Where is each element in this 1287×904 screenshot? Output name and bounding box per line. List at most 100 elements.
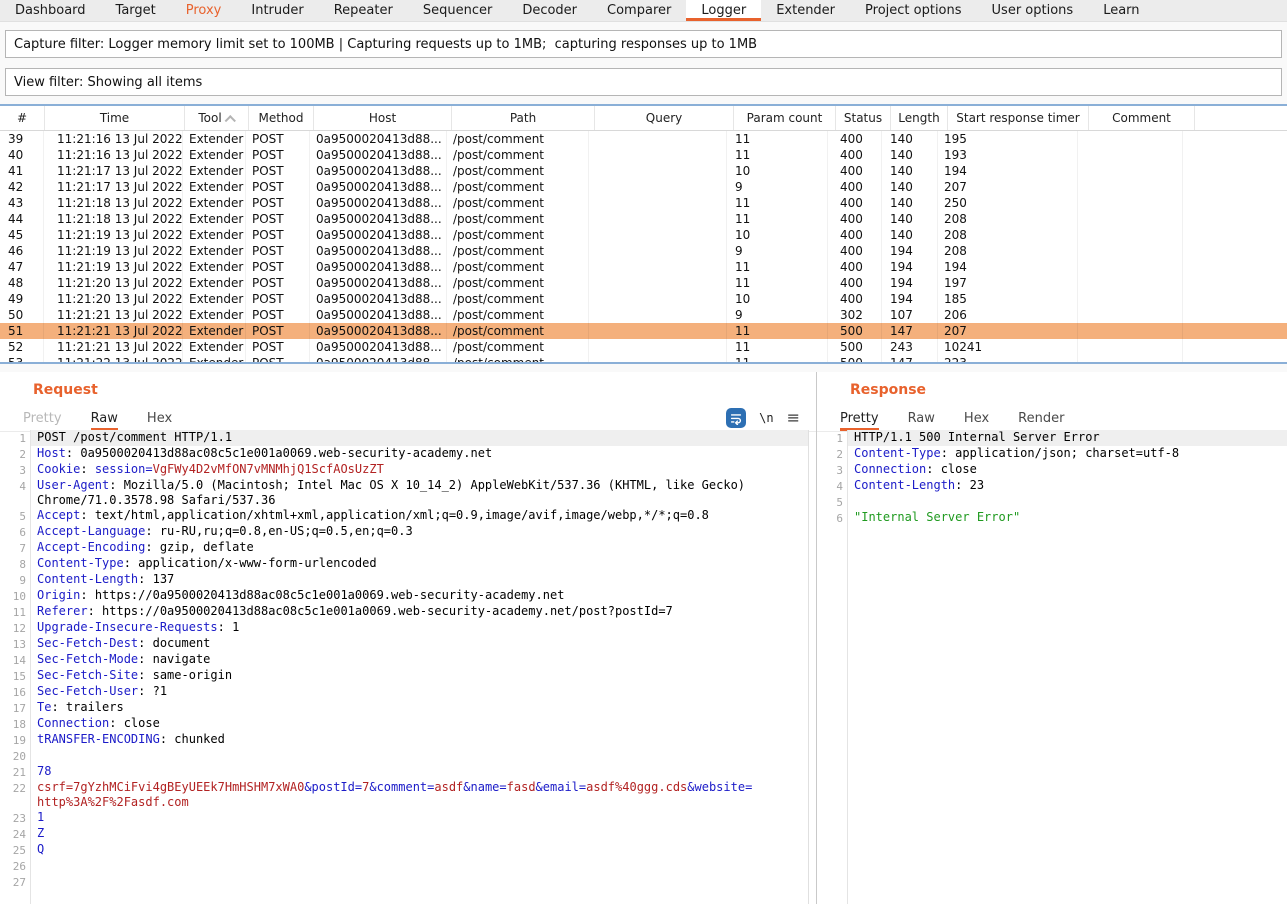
cell-path: /post/comment <box>447 163 589 179</box>
column-header-length[interactable]: Length <box>891 106 948 130</box>
view-filter-bar[interactable]: View filter: Showing all items <box>5 68 1282 96</box>
table-row[interactable]: 4311:21:18 13 Jul 2022ExtenderPOST0a9500… <box>0 195 1287 211</box>
table-row[interactable]: 4111:21:17 13 Jul 2022ExtenderPOST0a9500… <box>0 163 1287 179</box>
response-editor[interactable]: 1HTTP/1.1 500 Internal Server Error2Cont… <box>817 430 1287 904</box>
word-wrap-icon[interactable] <box>726 408 746 428</box>
request-tab-hex[interactable]: Hex <box>147 411 172 431</box>
horizontal-splitter[interactable] <box>0 364 1287 372</box>
cell-tool: Extender <box>183 147 246 163</box>
tab-sequencer[interactable]: Sequencer <box>408 0 507 21</box>
cell-host: 0a9500020413d88... <box>310 355 447 364</box>
code-line: 22csrf=7gYzhMCiFvi4gBEyUEEk7HmHSHM7xWA0&… <box>0 780 808 810</box>
column-header-status[interactable]: Status <box>836 106 891 130</box>
newline-icon[interactable]: \n <box>759 411 773 425</box>
cell-time: 11:21:18 13 Jul 2022 <box>44 211 183 227</box>
table-row[interactable]: 4511:21:19 13 Jul 2022ExtenderPOST0a9500… <box>0 227 1287 243</box>
tab-extender[interactable]: Extender <box>761 0 850 21</box>
response-tab-hex[interactable]: Hex <box>964 411 989 431</box>
request-editor[interactable]: 1POST /post/comment HTTP/1.12Host: 0a950… <box>0 430 809 904</box>
response-tab-pretty[interactable]: Pretty <box>840 411 879 431</box>
tab-repeater[interactable]: Repeater <box>319 0 408 21</box>
table-row[interactable]: 3911:21:16 13 Jul 2022ExtenderPOST0a9500… <box>0 131 1287 147</box>
table-row[interactable]: 5211:21:21 13 Jul 2022ExtenderPOST0a9500… <box>0 339 1287 355</box>
column-header-tool[interactable]: Tool <box>185 106 249 130</box>
editor-menu-icon[interactable]: ≡ <box>787 410 800 426</box>
line-content <box>31 874 808 890</box>
response-code-lines: 1HTTP/1.1 500 Internal Server Error2Cont… <box>817 430 1287 526</box>
column-header-param-count[interactable]: Param count <box>734 106 836 130</box>
tab-dashboard[interactable]: Dashboard <box>0 0 101 21</box>
line-content: Content-Type: application/x-www-form-url… <box>31 556 808 572</box>
response-tab-raw[interactable]: Raw <box>908 411 935 431</box>
cell-path: /post/comment <box>447 323 589 339</box>
table-row[interactable]: 4911:21:20 13 Jul 2022ExtenderPOST0a9500… <box>0 291 1287 307</box>
table-row[interactable]: 4211:21:17 13 Jul 2022ExtenderPOST0a9500… <box>0 179 1287 195</box>
line-content: Host: 0a9500020413d88ac08c5c1e001a0069.w… <box>31 446 808 462</box>
cell-status: 400 <box>828 291 882 307</box>
response-tab-render[interactable]: Render <box>1018 411 1064 431</box>
code-line: 27 <box>0 874 808 890</box>
cell-host: 0a9500020413d88... <box>310 147 447 163</box>
line-number: 16 <box>0 684 26 700</box>
line-number: 18 <box>0 716 26 732</box>
cell-start-response-timer: 194 <box>938 163 1078 179</box>
tab-target[interactable]: Target <box>101 0 171 21</box>
cell-tool: Extender <box>183 195 246 211</box>
column-header-comment[interactable]: Comment <box>1089 106 1195 130</box>
table-row[interactable]: 4611:21:19 13 Jul 2022ExtenderPOST0a9500… <box>0 243 1287 259</box>
table-row[interactable]: 5311:21:22 13 Jul 2022ExtenderPOST0a9500… <box>0 355 1287 364</box>
code-line: 5 <box>817 494 1287 510</box>
cell-time: 11:21:17 13 Jul 2022 <box>44 163 183 179</box>
line-number: 20 <box>0 748 26 764</box>
code-line: 25Q <box>0 842 808 858</box>
cell-host: 0a9500020413d88... <box>310 163 447 179</box>
cell-time: 11:21:22 13 Jul 2022 <box>44 355 183 364</box>
table-row[interactable]: 4411:21:18 13 Jul 2022ExtenderPOST0a9500… <box>0 211 1287 227</box>
column-header-host[interactable]: Host <box>314 106 452 130</box>
cell-status: 400 <box>828 227 882 243</box>
tab-proxy[interactable]: Proxy <box>171 0 237 21</box>
tab-user-options[interactable]: User options <box>977 0 1089 21</box>
tab-comparer[interactable]: Comparer <box>592 0 686 21</box>
cell-length: 194 <box>882 259 938 275</box>
column-header-path[interactable]: Path <box>452 106 595 130</box>
cell--: 42 <box>0 179 44 195</box>
table-row[interactable]: 5011:21:21 13 Jul 2022ExtenderPOST0a9500… <box>0 307 1287 323</box>
column-header-time[interactable]: Time <box>45 106 185 130</box>
tab-logger[interactable]: Logger <box>686 0 761 21</box>
column-header-label: Time <box>100 111 129 125</box>
capture-filter-bar[interactable]: Capture filter: Logger memory limit set … <box>5 30 1282 58</box>
column-header-query[interactable]: Query <box>595 106 734 130</box>
column-header--[interactable]: # <box>0 106 45 130</box>
line-content: Accept-Encoding: gzip, deflate <box>31 540 808 556</box>
cell-comment <box>1078 211 1183 227</box>
cell-status: 400 <box>828 259 882 275</box>
code-line: 231 <box>0 810 808 826</box>
code-line: 6"Internal Server Error" <box>817 510 1287 526</box>
table-row[interactable]: 4811:21:20 13 Jul 2022ExtenderPOST0a9500… <box>0 275 1287 291</box>
cell-method: POST <box>246 227 310 243</box>
request-tab-pretty[interactable]: Pretty <box>23 411 62 431</box>
tab-decoder[interactable]: Decoder <box>507 0 592 21</box>
line-content: Sec-Fetch-Mode: navigate <box>31 652 808 668</box>
line-content: Referer: https://0a9500020413d88ac08c5c1… <box>31 604 808 620</box>
tab-learn[interactable]: Learn <box>1088 0 1154 21</box>
column-header-method[interactable]: Method <box>249 106 314 130</box>
code-line: 12Upgrade-Insecure-Requests: 1 <box>0 620 808 636</box>
table-row[interactable]: 5111:21:21 13 Jul 2022ExtenderPOST0a9500… <box>0 323 1287 339</box>
cell--: 39 <box>0 131 44 147</box>
request-tab-raw[interactable]: Raw <box>91 411 118 431</box>
cell-param-count: 11 <box>727 355 828 364</box>
column-header-start-response-timer[interactable]: Start response timer <box>948 106 1089 130</box>
table-row[interactable]: 4711:21:19 13 Jul 2022ExtenderPOST0a9500… <box>0 259 1287 275</box>
request-panel-title: Request <box>33 382 816 398</box>
tab-project-options[interactable]: Project options <box>850 0 977 21</box>
cell-query <box>589 227 727 243</box>
tab-intruder[interactable]: Intruder <box>236 0 318 21</box>
line-content: Cookie: session=VgFWy4D2vMfON7vMNMhjQ1Sc… <box>31 462 808 478</box>
row-filler <box>1183 195 1287 211</box>
table-row[interactable]: 4011:21:16 13 Jul 2022ExtenderPOST0a9500… <box>0 147 1287 163</box>
code-line: 19tRANSFER-ENCODING: chunked <box>0 732 808 748</box>
cell-start-response-timer: 208 <box>938 211 1078 227</box>
cell-path: /post/comment <box>447 179 589 195</box>
